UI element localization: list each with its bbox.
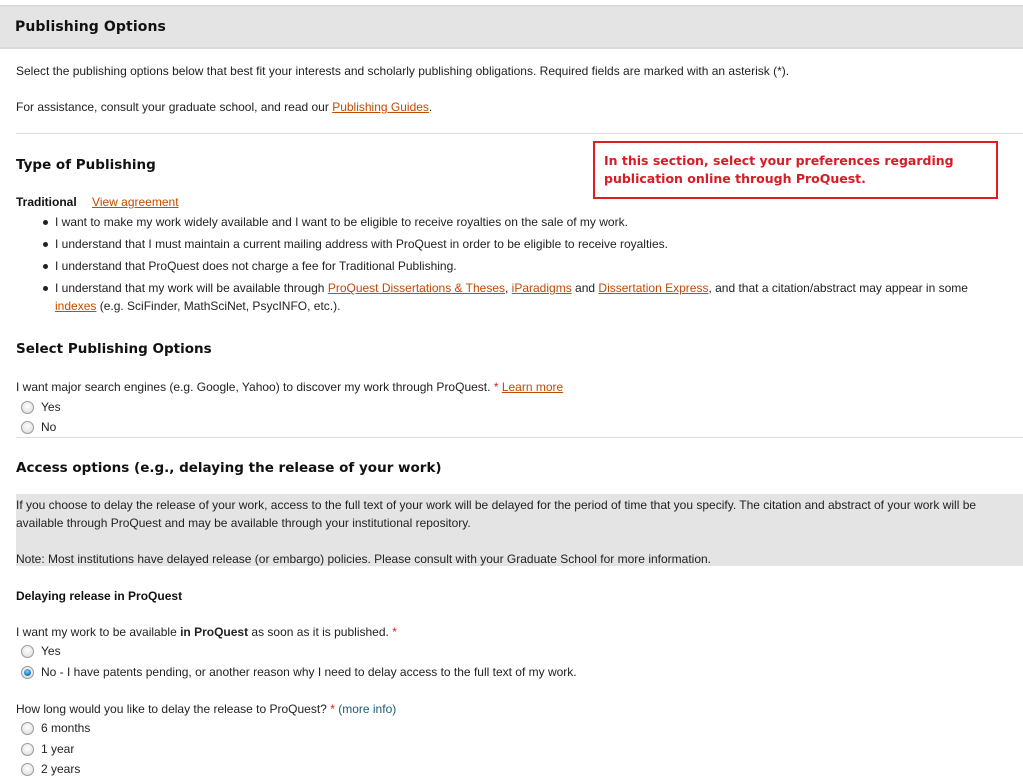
term-text: (e.g. SciFinder, MathSciNet, PsycINFO, e… — [96, 299, 341, 313]
radio-button[interactable] — [21, 721, 34, 735]
divider — [16, 437, 1023, 438]
term-text: and — [571, 281, 599, 295]
delay-2-years-option[interactable]: 2 years — [21, 761, 80, 777]
term-text: I understand that my work will be availa… — [55, 281, 328, 295]
select-publishing-options-heading: Select Publishing Options — [16, 341, 212, 357]
availability-question: I want my work to be available in ProQue… — [16, 625, 397, 639]
option-label: 6 months — [41, 721, 91, 735]
radio-button-selected[interactable] — [21, 665, 34, 679]
term-text: , — [505, 281, 512, 295]
question-text: as soon as it is published. — [248, 625, 389, 639]
option-label: 2 years — [41, 762, 81, 776]
question-emphasis: in ProQuest — [180, 625, 249, 639]
indexes-link[interactable]: indexes — [55, 299, 96, 313]
publishing-guides-link[interactable]: Publishing Guides — [332, 100, 429, 114]
delay-length-question: How long would you like to delay the rel… — [16, 702, 396, 716]
view-agreement-link[interactable]: View agreement — [92, 195, 179, 209]
assistance-suffix: . — [428, 100, 433, 114]
availability-yes-option[interactable]: Yes — [21, 643, 61, 659]
publishing-type-row: Traditional View agreement — [16, 195, 179, 209]
proquest-dissertations-link[interactable]: ProQuest Dissertations & Theses — [328, 281, 505, 295]
delaying-release-heading: Delaying release in ProQuest — [16, 589, 183, 603]
radio-button[interactable] — [21, 400, 34, 414]
option-label: No — [41, 420, 57, 434]
question-text: How long would you like to delay the rel… — [16, 702, 327, 716]
dissertation-express-link[interactable]: Dissertation Express — [598, 281, 708, 295]
page-header: Publishing Options — [0, 5, 1023, 49]
option-label: Yes — [41, 644, 61, 658]
assistance-text: For assistance, consult your graduate sc… — [16, 100, 432, 114]
divider — [16, 133, 1023, 134]
publishing-type-label: Traditional — [16, 195, 77, 209]
type-of-publishing-heading: Type of Publishing — [16, 157, 156, 173]
search-engine-yes-option[interactable]: Yes — [21, 399, 61, 415]
intro-text: Select the publishing options below that… — [16, 64, 790, 78]
delay-1-year-option[interactable]: 1 year — [21, 741, 74, 757]
availability-no-option[interactable]: No - I have patents pending, or another … — [21, 664, 577, 680]
more-info-link[interactable]: (more info) — [338, 702, 396, 716]
page-title: Publishing Options — [15, 19, 166, 35]
term-item: I understand that I must maintain a curr… — [30, 235, 1010, 253]
term-item: I understand that ProQuest does not char… — [30, 257, 1010, 275]
assistance-prefix: For assistance, consult your graduate sc… — [16, 100, 333, 114]
learn-more-link[interactable]: Learn more — [502, 380, 563, 394]
iparadigms-link[interactable]: iParadigms — [512, 281, 572, 295]
term-item: I want to make my work widely available … — [30, 213, 1010, 231]
embargo-note: Note: Most institutions have delayed rel… — [16, 552, 712, 566]
required-asterisk: * — [493, 380, 499, 394]
access-info-text: If you choose to delay the release of yo… — [16, 498, 977, 530]
search-engine-no-option[interactable]: No — [21, 419, 56, 435]
required-asterisk: * — [392, 625, 397, 639]
question-text: I want my work to be available — [16, 625, 181, 639]
access-options-heading: Access options (e.g., delaying the relea… — [16, 460, 442, 476]
required-asterisk: * — [330, 702, 335, 716]
option-label: Yes — [41, 400, 61, 414]
radio-button[interactable] — [21, 420, 34, 434]
option-label: No - I have patents pending, or another … — [41, 665, 577, 679]
radio-button[interactable] — [21, 644, 34, 658]
access-info-box: If you choose to delay the release of yo… — [16, 494, 1023, 566]
term-item: I understand that my work will be availa… — [30, 279, 1010, 315]
term-text: , and that a citation/abstract may appea… — [708, 281, 968, 295]
traditional-terms-list: I want to make my work widely available … — [30, 213, 1010, 319]
radio-button[interactable] — [21, 742, 34, 756]
search-engine-question: I want major search engines (e.g. Google… — [16, 380, 563, 394]
instruction-callout: In this section, select your preferences… — [593, 141, 998, 199]
option-label: 1 year — [41, 742, 75, 756]
radio-button[interactable] — [21, 762, 34, 776]
question-text: I want major search engines (e.g. Google… — [16, 380, 491, 394]
delay-6-months-option[interactable]: 6 months — [21, 720, 90, 736]
